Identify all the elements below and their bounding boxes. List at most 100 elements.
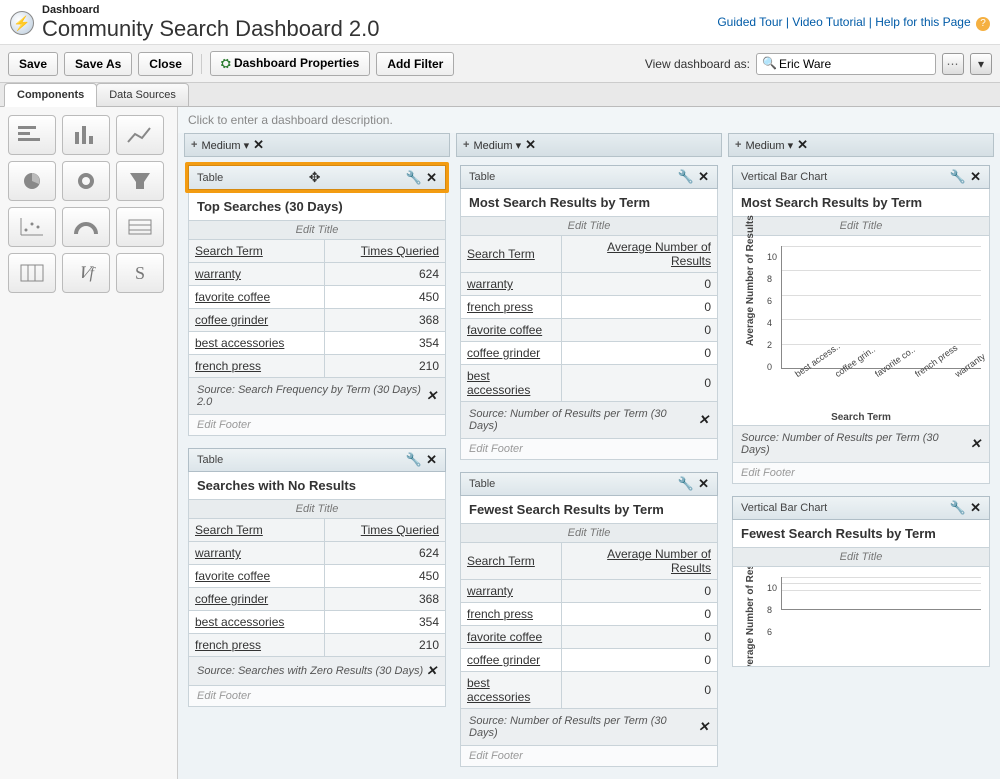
view-as-user-input[interactable] <box>756 53 936 75</box>
close-icon[interactable]: ✕ <box>426 170 437 186</box>
widget-bar[interactable]: Table ✥ 🔧 ✕ <box>188 165 446 190</box>
close-button[interactable]: Close <box>138 52 193 76</box>
remove-column-icon[interactable]: ✕ <box>253 137 264 153</box>
close-icon[interactable]: ✕ <box>426 452 437 468</box>
col-header[interactable]: Search Term <box>189 519 325 542</box>
save-as-button[interactable]: Save As <box>64 52 132 76</box>
column-size-dropdown[interactable]: Medium ▾ <box>201 139 249 152</box>
remove-source-icon[interactable]: ✕ <box>970 436 981 452</box>
col-header[interactable]: Search Term <box>461 543 562 580</box>
edit-title-placeholder[interactable]: Edit Title <box>732 548 990 567</box>
wrench-icon[interactable]: 🔧 <box>678 476 694 492</box>
edit-footer-placeholder[interactable]: Edit Footer <box>460 439 718 460</box>
add-filter-button[interactable]: Add Filter <box>376 52 454 76</box>
edit-footer-placeholder[interactable]: Edit Footer <box>188 415 446 436</box>
data-table: Search TermTimes Queried warranty624 fav… <box>188 240 446 378</box>
column-size-dropdown[interactable]: Medium ▾ <box>473 139 521 152</box>
widget-fewest-chart[interactable]: Vertical Bar Chart 🔧 ✕ Fewest Search Res… <box>732 496 990 667</box>
dashboard-properties-button[interactable]: ⛭ Dashboard Properties <box>210 51 370 76</box>
component-palette: 𝑉f S <box>0 107 178 779</box>
wrench-icon[interactable]: 🔧 <box>406 452 422 468</box>
widget-top-searches[interactable]: Table ✥ 🔧 ✕ Top Searches (30 Days) Edit … <box>188 162 446 436</box>
palette-donut-icon[interactable] <box>62 161 110 201</box>
edit-title-placeholder[interactable]: Edit Title <box>460 524 718 543</box>
page-header: ⚡ Dashboard Community Search Dashboard 2… <box>0 0 1000 45</box>
ellipsis-icon: ⋯ <box>947 57 960 71</box>
widget-most-chart[interactable]: Vertical Bar Chart 🔧 ✕ Most Search Resul… <box>732 165 990 484</box>
close-icon[interactable]: ✕ <box>970 500 981 516</box>
dashboard-icon: ⚡ <box>10 11 34 35</box>
widget-bar[interactable]: Table 🔧 ✕ <box>188 448 446 472</box>
tab-data-sources[interactable]: Data Sources <box>96 83 189 107</box>
toolbar-separator <box>201 54 202 74</box>
help-icon[interactable]: ? <box>976 17 990 31</box>
table-row: best accessories354 <box>189 611 446 634</box>
palette-table-icon[interactable] <box>8 253 56 293</box>
close-icon[interactable]: ✕ <box>698 169 709 185</box>
edit-title-placeholder[interactable]: Edit Title <box>732 217 990 236</box>
wrench-icon[interactable]: 🔧 <box>406 170 422 186</box>
remove-source-icon[interactable]: ✕ <box>698 719 709 735</box>
palette-scatter-icon[interactable] <box>8 207 56 247</box>
palette-gauge-icon[interactable] <box>62 207 110 247</box>
tab-components[interactable]: Components <box>4 83 97 107</box>
edit-title-placeholder[interactable]: Edit Title <box>460 217 718 236</box>
video-tutorial-link[interactable]: Video Tutorial <box>792 15 865 29</box>
save-button[interactable]: Save <box>8 52 58 76</box>
close-icon[interactable]: ✕ <box>698 476 709 492</box>
wrench-icon[interactable]: 🔧 <box>950 500 966 516</box>
col-header[interactable]: Search Term <box>461 236 562 273</box>
move-icon[interactable]: ✥ <box>309 169 321 186</box>
widget-source: Source: Number of Results per Term (30 D… <box>460 709 718 746</box>
widget-title: Most Search Results by Term <box>460 189 718 217</box>
wrench-icon[interactable]: 🔧 <box>950 169 966 185</box>
edit-footer-placeholder[interactable]: Edit Footer <box>460 746 718 767</box>
col-header[interactable]: Times Queried <box>324 240 445 263</box>
palette-hbar-icon[interactable] <box>8 115 56 155</box>
widget-most-results[interactable]: Table 🔧 ✕ Most Search Results by Term Ed… <box>460 165 718 460</box>
data-table: Search TermAverage Number of Results war… <box>460 543 718 709</box>
close-icon[interactable]: ✕ <box>970 169 981 185</box>
user-picker-button[interactable]: ⋯ <box>942 53 964 75</box>
widget-kind-label: Table <box>197 172 223 184</box>
remove-source-icon[interactable]: ✕ <box>426 388 437 404</box>
dashboard-description[interactable]: Click to enter a dashboard description. <box>178 107 1000 133</box>
widget-bar[interactable]: Vertical Bar Chart 🔧 ✕ <box>732 165 990 189</box>
palette-funnel-icon[interactable] <box>116 161 164 201</box>
remove-source-icon[interactable]: ✕ <box>426 663 437 679</box>
remove-source-icon[interactable]: ✕ <box>698 412 709 428</box>
col-header[interactable]: Times Queried <box>324 519 445 542</box>
edit-footer-placeholder[interactable]: Edit Footer <box>188 686 446 707</box>
col-header[interactable]: Average Number of Results <box>562 543 718 580</box>
properties-icon: ⛭ <box>221 56 231 70</box>
user-dropdown-button[interactable]: ▾ <box>970 53 992 75</box>
left-tabs: Components Data Sources <box>0 83 1000 107</box>
add-column-icon[interactable]: + <box>463 139 469 151</box>
help-link[interactable]: Help for this Page <box>875 15 970 29</box>
wrench-icon[interactable]: 🔧 <box>678 169 694 185</box>
palette-metric-icon[interactable] <box>116 207 164 247</box>
col-header[interactable]: Average Number of Results <box>562 236 718 273</box>
column-size-dropdown[interactable]: Medium ▾ <box>745 139 793 152</box>
col-header[interactable]: Search Term <box>189 240 325 263</box>
widget-no-results[interactable]: Table 🔧 ✕ Searches with No Results Edit … <box>188 448 446 707</box>
widget-bar[interactable]: Vertical Bar Chart 🔧 ✕ <box>732 496 990 520</box>
edit-title-placeholder[interactable]: Edit Title <box>188 500 446 519</box>
widget-bar[interactable]: Table 🔧 ✕ <box>460 165 718 189</box>
palette-pie-icon[interactable] <box>8 161 56 201</box>
palette-vf-icon[interactable]: 𝑉f <box>62 253 110 293</box>
widget-title: Fewest Search Results by Term <box>732 520 990 548</box>
widget-fewest-results[interactable]: Table 🔧 ✕ Fewest Search Results by Term … <box>460 472 718 767</box>
guided-tour-link[interactable]: Guided Tour <box>717 15 782 29</box>
widget-bar[interactable]: Table 🔧 ✕ <box>460 472 718 496</box>
add-column-icon[interactable]: + <box>735 139 741 151</box>
edit-footer-placeholder[interactable]: Edit Footer <box>732 463 990 484</box>
remove-column-icon[interactable]: ✕ <box>797 137 808 153</box>
table-row: coffee grinder368 <box>189 309 446 332</box>
add-column-icon[interactable]: + <box>191 139 197 151</box>
palette-line-icon[interactable] <box>116 115 164 155</box>
palette-s-icon[interactable]: S <box>116 253 164 293</box>
remove-column-icon[interactable]: ✕ <box>525 137 536 153</box>
palette-vbar-icon[interactable] <box>62 115 110 155</box>
edit-title-placeholder[interactable]: Edit Title <box>188 221 446 240</box>
